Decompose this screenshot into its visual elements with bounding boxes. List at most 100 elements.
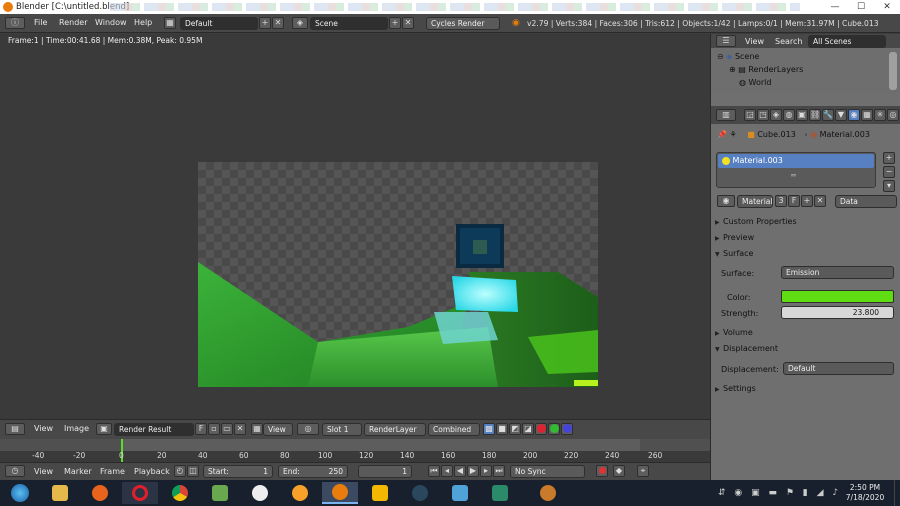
unlink-image-button[interactable]: ✕: [234, 423, 246, 435]
end-frame-field[interactable]: End: 250: [278, 465, 348, 478]
slot-dropdown[interactable]: Slot 1: [322, 423, 362, 436]
preview-panel-header[interactable]: ▶ Preview: [715, 233, 754, 242]
outliner-item-world[interactable]: ◍ World: [739, 78, 771, 87]
outliner-display-dropdown[interactable]: All Scenes: [808, 35, 886, 48]
render-pass-dropdown[interactable]: Combined: [428, 423, 480, 436]
keying-set-icon[interactable]: ◆: [613, 465, 625, 477]
menu-view[interactable]: View: [34, 467, 53, 476]
menu-frame[interactable]: Frame: [100, 467, 125, 476]
taskbar-app-scratch[interactable]: [282, 482, 318, 504]
menu-view[interactable]: View: [34, 424, 53, 433]
sync-mode-dropdown[interactable]: No Sync: [510, 465, 585, 478]
new-image-icon[interactable]: ▫: [208, 423, 220, 435]
red-channel-icon[interactable]: [535, 423, 547, 435]
taskbar-opera[interactable]: [122, 482, 158, 504]
preview-range-icon[interactable]: ◫: [187, 465, 199, 477]
settings-panel-header[interactable]: ▶ Settings: [715, 384, 756, 393]
taskbar-app-notes[interactable]: [362, 482, 398, 504]
custom-properties-panel-header[interactable]: ▶ Custom Properties: [715, 217, 797, 226]
scene-icon[interactable]: ◈: [292, 17, 308, 29]
browse-material-icon[interactable]: ◉: [717, 195, 735, 207]
taskbar-firefox[interactable]: [82, 482, 118, 504]
menu-image[interactable]: Image: [64, 424, 89, 433]
display-alpha-icon[interactable]: ▩: [483, 423, 495, 435]
taskbar-app-figure[interactable]: [530, 482, 566, 504]
surface-shader-dropdown[interactable]: Emission: [781, 266, 894, 279]
image-editor-viewport[interactable]: Frame:1 | Time:00:41.68 | Mem:0.38M, Pea…: [0, 34, 710, 419]
close-window-button[interactable]: ✕: [874, 0, 900, 14]
menu-marker[interactable]: Marker: [64, 467, 92, 476]
outliner-menu-view[interactable]: View: [745, 37, 764, 46]
display-image-icon[interactable]: ■: [496, 423, 508, 435]
editor-type-outliner-icon[interactable]: ☰: [716, 35, 736, 47]
editor-type-properties-icon[interactable]: ▥: [716, 109, 736, 121]
insert-keyframe-icon[interactable]: ⌖: [637, 465, 649, 477]
blue-channel-icon[interactable]: [561, 423, 573, 435]
world-tab-icon[interactable]: ◍: [783, 109, 795, 121]
add-material-slot-button[interactable]: +: [883, 152, 895, 164]
menu-render[interactable]: Render: [59, 18, 87, 27]
display-zbuffer-icon[interactable]: ◩: [509, 423, 521, 435]
show-desktop-button[interactable]: [894, 480, 900, 506]
taskbar-steam[interactable]: [402, 482, 438, 504]
current-frame-field[interactable]: 1: [358, 465, 412, 478]
displacement-panel-header[interactable]: ▼ Displacement: [715, 344, 778, 353]
start-button[interactable]: [2, 482, 38, 504]
material-slot-list[interactable]: Material.003 ═: [716, 152, 876, 188]
strength-field[interactable]: 23.800: [781, 306, 894, 319]
taskbar-app-green[interactable]: [482, 482, 518, 504]
data-tab-icon[interactable]: ▼: [835, 109, 847, 121]
editor-type-info-icon[interactable]: ⓘ: [5, 17, 25, 29]
keyframe-lock-icon[interactable]: ◴: [174, 465, 186, 477]
taskbar-blender[interactable]: [322, 482, 358, 504]
taskbar-app-camera[interactable]: [442, 482, 478, 504]
constraints-tab-icon[interactable]: ⛓: [809, 109, 821, 121]
displacement-dropdown[interactable]: Default: [783, 362, 894, 375]
view-mode-icon[interactable]: ▦: [251, 423, 263, 435]
object-tab-icon[interactable]: ▣: [796, 109, 808, 121]
editor-type-timeline-icon[interactable]: ◷: [5, 465, 25, 477]
browse-image-icon[interactable]: ▣: [96, 423, 112, 435]
screen-layout-field[interactable]: Default: [180, 17, 258, 30]
menu-playback[interactable]: Playback: [134, 467, 170, 476]
render-engine-dropdown[interactable]: Cycles Render: [426, 17, 500, 30]
texture-tab-icon[interactable]: ▦: [861, 109, 873, 121]
taskbar-app-minecraft[interactable]: [202, 482, 238, 504]
system-clock[interactable]: 2:50 PM 7/18/2020: [840, 483, 890, 503]
scene-tab-icon[interactable]: ◈: [770, 109, 782, 121]
play-icon[interactable]: ▶: [467, 465, 479, 477]
new-material-button[interactable]: +: [801, 195, 813, 207]
taskbar-file-explorer[interactable]: [42, 482, 78, 504]
outliner-item-scene[interactable]: ⊖ ◈ Scene: [717, 52, 759, 61]
add-layout-button[interactable]: +: [259, 17, 271, 29]
image-name-field[interactable]: Render Result: [114, 423, 194, 436]
outliner-tree[interactable]: ⊖ ◈ Scene ⊕ ▤ RenderLayers ◍ World: [711, 48, 900, 94]
view-mode-dropdown[interactable]: View: [263, 423, 293, 436]
modifiers-tab-icon[interactable]: 🔧: [822, 109, 834, 121]
taskbar-chrome[interactable]: [162, 482, 198, 504]
pin-icon[interactable]: 📌: [717, 130, 727, 139]
render-layer-dropdown[interactable]: RenderLayer: [364, 423, 426, 436]
outliner-menu-search[interactable]: Search: [775, 37, 802, 46]
scene-field[interactable]: Scene: [310, 17, 388, 30]
prev-keyframe-icon[interactable]: ◂: [441, 465, 453, 477]
material-link-dropdown[interactable]: Data: [835, 195, 897, 208]
maximize-button[interactable]: ☐: [848, 0, 874, 14]
fake-user-button[interactable]: F: [195, 423, 207, 435]
menu-window[interactable]: Window: [95, 18, 127, 27]
next-keyframe-icon[interactable]: ▸: [480, 465, 492, 477]
surface-panel-header[interactable]: ▼ Surface: [715, 249, 753, 258]
material-tab-icon[interactable]: ◉: [848, 109, 860, 121]
slot-specials-icon[interactable]: ▾: [883, 180, 895, 192]
physics-tab-icon[interactable]: ◎: [887, 109, 899, 121]
add-scene-button[interactable]: +: [389, 17, 401, 29]
unlink-material-button[interactable]: ✕: [814, 195, 826, 207]
remove-material-slot-button[interactable]: −: [883, 166, 895, 178]
screen-layout-icon[interactable]: ▦: [164, 17, 176, 29]
outliner-scrollbar[interactable]: [889, 52, 897, 90]
material-users-count[interactable]: 3: [775, 195, 787, 207]
render-layers-tab-icon[interactable]: ◳: [757, 109, 769, 121]
outliner-item-renderlayers[interactable]: ⊕ ▤ RenderLayers: [729, 65, 803, 74]
list-resize-handle-icon[interactable]: ═: [791, 171, 796, 180]
system-tray-icons[interactable]: ⇵ ◉ ▣ ▬ ⚑ ▮ ◢ ♪: [718, 488, 841, 498]
